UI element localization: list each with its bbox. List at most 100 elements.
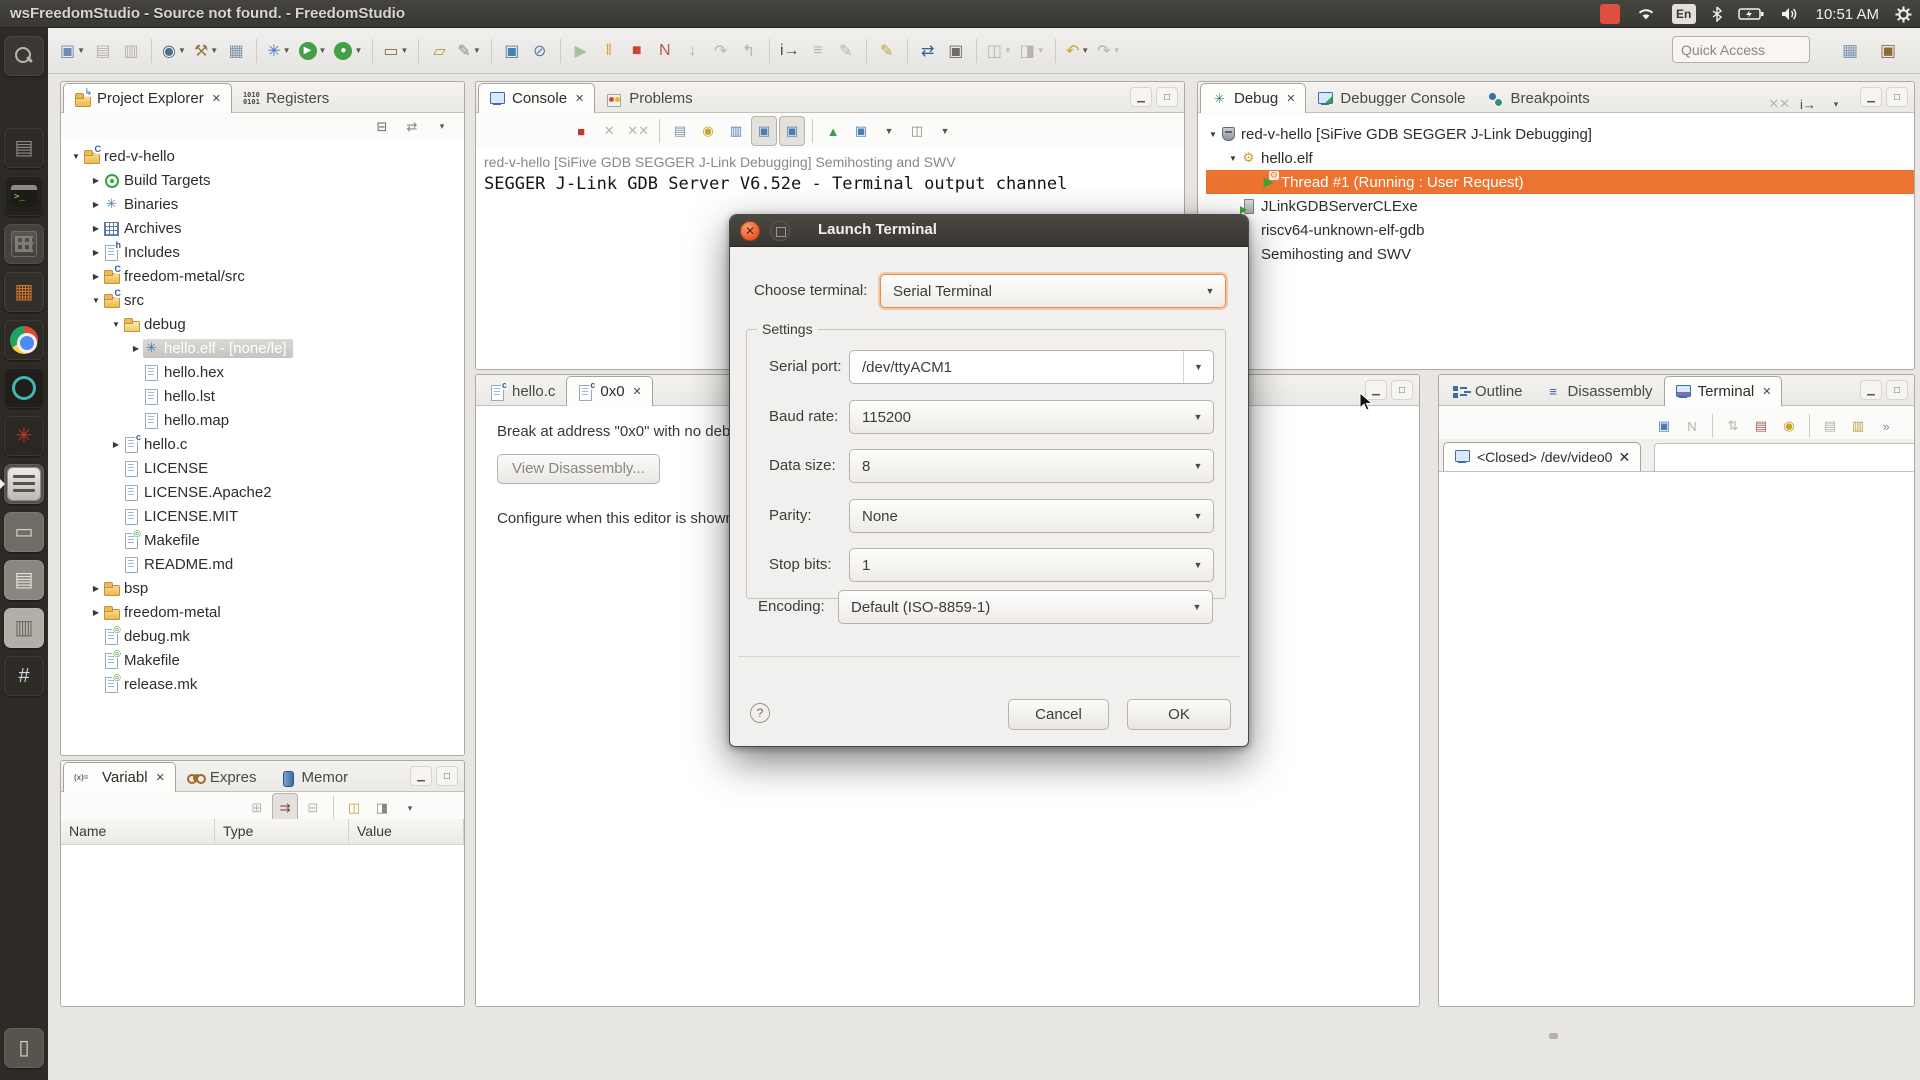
expand-arrow-icon[interactable]: ▶ [89,248,103,257]
tree-item-semihosting-and-swv[interactable]: Semihosting and SWV [1206,242,1914,266]
tree-item-archives[interactable]: ▶ Archives [69,216,464,240]
tree-item-includes[interactable]: ▶ h Includes [69,240,464,264]
chevron-down-icon[interactable]: ▼ [473,46,481,55]
terminal-session-tab[interactable]: <Closed> /dev/video0 ✕ [1443,442,1642,471]
parity-combo[interactable]: None ▼ [849,499,1214,533]
tree-item-thread-1-running-user-request[interactable]: ▶ ⚙ Thread #1 (Running : User Request) [1206,170,1914,194]
launcher-item-trash[interactable]: ▯ [4,1028,44,1068]
tree-item-hello-elf-none-le[interactable]: ▶ ✳ hello.elf - [none/le] [69,336,464,360]
view-menu-button[interactable]: ▾ [429,116,455,138]
binary-file-button[interactable]: ▦ [223,36,249,66]
encoding-combo[interactable]: Default (ISO-8859-1) ▼ [838,590,1213,624]
remove-all-launches-button[interactable]: ✕✕ [624,116,652,146]
open-terminal-button[interactable]: ▣ [1651,411,1677,441]
chevron-down-icon[interactable]: ▼ [1195,275,1225,307]
tree-item-bsp[interactable]: ▶ bsp [69,576,464,600]
show-stderr-button[interactable]: ▣ [779,116,805,146]
chevron-down-icon[interactable]: ▼ [77,46,85,55]
expand-arrow-icon[interactable]: ▼ [109,320,123,329]
dialog-titlebar[interactable]: ✕ Launch Terminal [730,215,1248,247]
launcher-item-chrome-browser[interactable] [4,320,44,360]
edit-mode-button[interactable]: ✎ [833,36,859,66]
minimize-button[interactable]: ▁ [410,766,432,786]
terminate-button[interactable]: ■ [568,116,594,146]
link-with-editor-button[interactable]: ⇄ [399,116,425,138]
launcher-item-app-10[interactable]: ▭ [4,512,44,552]
tab-project-explorer[interactable]: ↳ Project Explorer ✕ [63,83,232,113]
tree-item-license[interactable]: LICENSE [69,456,464,480]
dialog-restore-button[interactable] [770,221,790,241]
tree-item-riscv64-unknown-elf-gdb[interactable]: riscv64-unknown-elf-gdb [1206,218,1914,242]
display-selected-console-button[interactable]: ▣ [848,116,874,146]
cancel-button[interactable]: Cancel [1008,699,1109,730]
chevron-down-icon[interactable]: ▼ [1113,46,1121,55]
resume-button[interactable]: ▶ [568,36,594,66]
pin-terminal-button[interactable]: » [1873,411,1899,441]
resize-grip[interactable] [1549,1033,1558,1039]
debug-config-button[interactable]: ◉ ▼ [159,36,189,66]
close-tab-icon[interactable]: ✕ [156,771,165,784]
forward-button[interactable]: ↷ ▼ [1094,36,1123,66]
scroll-lock-button[interactable]: ◉ [695,116,721,146]
expand-arrow-icon[interactable]: ▶ [129,344,143,353]
tab-debugger-console[interactable]: Debugger Console [1306,83,1476,113]
notification-icon[interactable] [1599,4,1620,24]
maximize-button[interactable]: □ [1156,87,1178,107]
show-stdout-button[interactable]: ▣ [751,116,777,146]
expand-arrow-icon[interactable]: ▶ [89,608,103,617]
pin-editor-button[interactable]: ◫ ▼ [984,36,1015,66]
launcher-item-app-7[interactable] [4,368,44,408]
open-console-button[interactable]: ◫ [904,116,930,146]
keyboard-layout-indicator[interactable]: En [1671,4,1696,24]
show-console-button[interactable]: ▣ [499,36,525,66]
tree-item-binaries[interactable]: ▶ ✳ Binaries [69,192,464,216]
tab-debug[interactable]: ✳ Debug ✕ [1200,83,1307,113]
tree-item-red-v-hello-sifive-gdb-segger-j-link-debugging[interactable]: ▼ red-v-hello [SiFive GDB SEGGER J-Link D… [1206,122,1914,146]
expand-arrow-icon[interactable]: ▶ [89,224,103,233]
disconnect-button[interactable]: N [1679,411,1705,441]
scroll-lock-button[interactable]: ◉ [1776,411,1802,441]
word-wrap-button[interactable]: ▥ [723,116,749,146]
tab-expres[interactable]: Expres [176,762,268,792]
tab-registers[interactable]: Registers [232,83,340,113]
tree-item-freedom-metal[interactable]: ▶ freedom-metal [69,600,464,624]
sifive-tools-button[interactable]: ⇄ [915,36,941,66]
serial-port-combo[interactable]: /dev/ttyACM1 ▼ [849,350,1214,384]
open-console-menu-button[interactable]: ▼ [932,116,958,146]
column-header-name[interactable]: Name [61,819,215,844]
expand-arrow-icon[interactable]: ▶ [109,440,123,449]
remove-launch-button[interactable]: ✕ [596,116,622,146]
tree-item-src[interactable]: ▼ Csrc [69,288,464,312]
tab-terminal[interactable]: Terminal ✕ [1663,376,1783,406]
data-size-combo[interactable]: 8 ▼ [849,449,1214,483]
launcher-item-calculator-app[interactable] [4,224,44,264]
launcher-item-app-5[interactable]: ▦ [4,272,44,312]
console-selector-button[interactable]: ▼ [876,116,902,146]
launcher-item-dash-home[interactable] [4,36,44,76]
external-tools-button[interactable]: ● ▼ [331,36,365,66]
ok-button[interactable]: OK [1127,699,1231,730]
choose-terminal-combo[interactable]: Serial Terminal ▼ [880,274,1226,308]
maximize-button[interactable]: □ [436,766,458,786]
build-button[interactable]: ⚒ ▼ [191,36,221,66]
chevron-down-icon[interactable]: ▼ [1182,591,1212,623]
chevron-down-icon[interactable]: ▼ [210,46,218,55]
chevron-down-icon[interactable]: ▼ [354,46,362,55]
chevron-down-icon[interactable]: ▼ [1004,46,1012,55]
wifi-icon[interactable] [1636,6,1656,22]
tab-console[interactable]: Console ✕ [478,83,596,113]
tree-item-makefile[interactable]: ◎ Makefile [69,528,464,552]
suspend-button[interactable]: ‖ [596,36,622,66]
launcher-item-app-12[interactable]: ▥ [4,608,44,648]
chevron-down-icon[interactable]: ▼ [1183,450,1213,482]
split-editor-button[interactable]: ◨ ▼ [1017,36,1048,66]
tree-item-build-targets[interactable]: ▶ Build Targets [69,168,464,192]
expand-arrow-icon[interactable]: ▶ [89,176,103,185]
terminate-button[interactable]: ■ [624,36,650,66]
tab-problems[interactable]: Problems [595,83,703,113]
close-tab-icon[interactable]: ✕ [575,92,584,105]
launcher-item-app-8[interactable]: ✳ [4,416,44,456]
chevron-down-icon[interactable]: ▼ [178,46,186,55]
session-gear-icon[interactable] [1895,6,1912,23]
step-return-button[interactable]: ↰ [736,36,762,66]
